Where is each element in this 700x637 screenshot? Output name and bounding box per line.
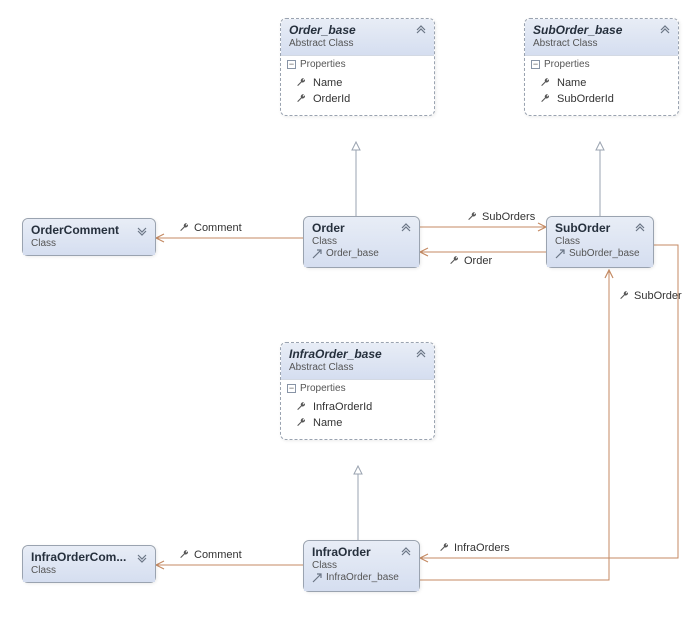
class-box-order[interactable]: Order Class Order_base (303, 216, 420, 268)
collapse-icon[interactable] (414, 24, 428, 38)
assoc-label-text: Comment (194, 222, 242, 234)
inherits-text: InfraOrder_base (326, 572, 399, 583)
wrench-icon (295, 77, 307, 89)
class-box-infraorder[interactable]: InfraOrder Class InfraOrder_base (303, 540, 420, 592)
property-name: InfraOrderId (313, 401, 372, 413)
collapse-icon[interactable] (658, 24, 672, 38)
assoc-label-text: InfraOrders (454, 542, 510, 554)
box-subtitle: Class (312, 236, 411, 247)
minus-icon: − (531, 60, 540, 69)
property-item[interactable]: Name (295, 75, 426, 91)
box-title: InfraOrder (312, 545, 411, 559)
box-subtitle: Class (31, 238, 147, 249)
box-title: OrderComment (31, 223, 147, 237)
class-box-infraorder-base[interactable]: InfraOrder_base Abstract Class − Propert… (280, 342, 435, 440)
box-title: Order_base (289, 23, 426, 37)
assoc-label-order: Order (448, 255, 492, 267)
box-header: InfraOrder Class InfraOrder_base (304, 541, 419, 591)
wrench-icon (539, 93, 551, 105)
expand-icon[interactable] (135, 224, 149, 238)
assoc-label-infraorders: InfraOrders (438, 542, 510, 554)
box-inherits: InfraOrder_base (312, 572, 411, 583)
box-subtitle: Abstract Class (289, 38, 426, 49)
wrench-icon (466, 211, 478, 223)
properties-section[interactable]: − Properties (525, 55, 678, 73)
box-inherits: Order_base (312, 248, 411, 259)
assoc-label-comment: Comment (178, 222, 242, 234)
assoc-label-text: Order (464, 255, 492, 267)
property-item[interactable]: InfraOrderId (295, 399, 426, 415)
assoc-label-comment2: Comment (178, 549, 242, 561)
property-item[interactable]: OrderId (295, 91, 426, 107)
diagram-canvas: Order_base Abstract Class − Properties N… (0, 0, 700, 637)
section-label-text: Properties (300, 383, 346, 394)
assoc-label-text: SubOrders (482, 211, 535, 223)
inherit-arrow-icon (555, 249, 565, 259)
box-header: InfraOrder_base Abstract Class (281, 343, 434, 379)
wrench-icon (295, 401, 307, 413)
section-label-text: Properties (300, 59, 346, 70)
wrench-icon (295, 93, 307, 105)
assoc-label-text: Comment (194, 549, 242, 561)
property-item[interactable]: Name (539, 75, 670, 91)
box-header: Order Class Order_base (304, 217, 419, 267)
property-name: OrderId (313, 93, 350, 105)
box-subtitle: Class (312, 560, 411, 571)
box-header: SubOrder_base Abstract Class (525, 19, 678, 55)
assoc-label-text: SubOrder (634, 290, 682, 302)
collapse-icon[interactable] (633, 222, 647, 236)
class-box-order-base[interactable]: Order_base Abstract Class − Properties N… (280, 18, 435, 116)
box-header: SubOrder Class SubOrder_base (547, 217, 653, 267)
property-list: Name SubOrderId (525, 73, 678, 115)
box-subtitle: Abstract Class (533, 38, 670, 49)
properties-section[interactable]: − Properties (281, 379, 434, 397)
box-header: Order_base Abstract Class (281, 19, 434, 55)
minus-icon: − (287, 384, 296, 393)
property-list: Name OrderId (281, 73, 434, 115)
property-name: Name (557, 77, 586, 89)
wrench-icon (438, 542, 450, 554)
box-title: SubOrder_base (533, 23, 670, 37)
inherit-arrow-icon (312, 573, 322, 583)
collapse-icon[interactable] (414, 348, 428, 362)
property-item[interactable]: Name (295, 415, 426, 431)
property-name: Name (313, 77, 342, 89)
property-item[interactable]: SubOrderId (539, 91, 670, 107)
box-title: InfraOrderCom... (31, 550, 147, 564)
wrench-icon (178, 222, 190, 234)
collapse-icon[interactable] (399, 546, 413, 560)
box-title: SubOrder (555, 221, 645, 235)
wrench-icon (448, 255, 460, 267)
wrench-icon (295, 417, 307, 429)
class-box-suborder[interactable]: SubOrder Class SubOrder_base (546, 216, 654, 268)
wrench-icon (618, 290, 630, 302)
assoc-label-suborders: SubOrders (466, 211, 535, 223)
wrench-icon (178, 549, 190, 561)
box-title: Order (312, 221, 411, 235)
property-list: InfraOrderId Name (281, 397, 434, 439)
inherit-arrow-icon (312, 249, 322, 259)
class-box-suborder-base[interactable]: SubOrder_base Abstract Class − Propertie… (524, 18, 679, 116)
box-subtitle: Class (555, 236, 645, 247)
box-title: InfraOrder_base (289, 347, 426, 361)
box-subtitle: Abstract Class (289, 362, 426, 373)
box-subtitle: Class (31, 565, 147, 576)
wrench-icon (539, 77, 551, 89)
minus-icon: − (287, 60, 296, 69)
class-box-infraorder-comment[interactable]: InfraOrderCom... Class (22, 545, 156, 583)
class-box-order-comment[interactable]: OrderComment Class (22, 218, 156, 256)
collapse-icon[interactable] (399, 222, 413, 236)
property-name: SubOrderId (557, 93, 614, 105)
properties-section[interactable]: − Properties (281, 55, 434, 73)
assoc-label-suborder: SubOrder (618, 290, 682, 302)
box-header: InfraOrderCom... Class (23, 546, 155, 582)
inherits-text: SubOrder_base (569, 248, 640, 259)
box-header: OrderComment Class (23, 219, 155, 255)
expand-icon[interactable] (135, 551, 149, 565)
section-label-text: Properties (544, 59, 590, 70)
box-inherits: SubOrder_base (555, 248, 645, 259)
inherits-text: Order_base (326, 248, 379, 259)
property-name: Name (313, 417, 342, 429)
